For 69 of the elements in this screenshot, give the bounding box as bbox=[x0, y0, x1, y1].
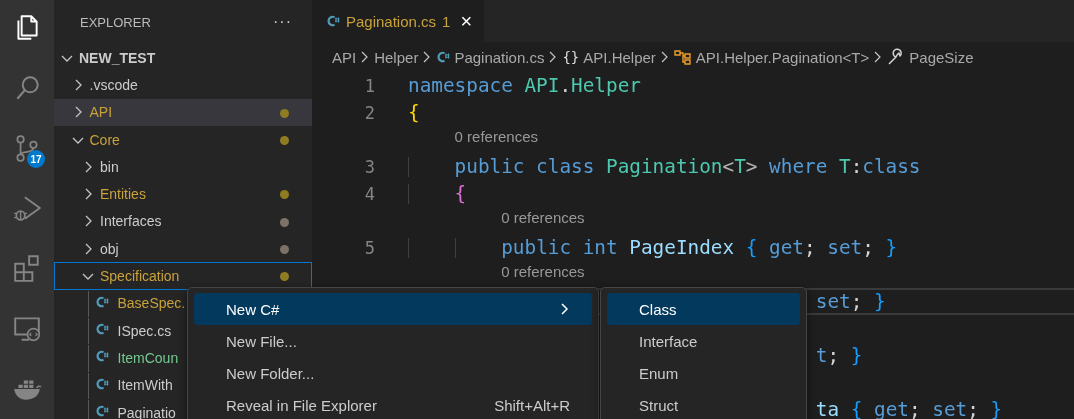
line-number: 1 bbox=[363, 75, 375, 96]
line-number: 3 bbox=[363, 156, 375, 177]
csharp-file-icon bbox=[94, 404, 109, 418]
code-line: { bbox=[408, 100, 420, 124]
workspace-name[interactable]: NEW_TEST bbox=[79, 49, 156, 66]
count-badge: 17 bbox=[27, 150, 45, 168]
more-actions[interactable]: ··· bbox=[273, 13, 292, 31]
folder-name[interactable]: Entities bbox=[100, 186, 146, 203]
folder-name[interactable]: .vscode bbox=[89, 76, 138, 93]
code-line: t; } bbox=[815, 343, 863, 367]
menu-item[interactable]: Enum bbox=[607, 357, 800, 389]
line-number: 4 bbox=[363, 183, 375, 204]
menu-item[interactable]: New Folder... bbox=[194, 357, 592, 389]
code-line: set; } bbox=[815, 289, 886, 313]
menu-item[interactable]: New C# bbox=[194, 293, 592, 325]
close-icon[interactable]: × bbox=[460, 9, 473, 33]
csharp-file-icon bbox=[436, 50, 451, 64]
menu-item[interactable]: New File... bbox=[194, 325, 592, 357]
file-name[interactable]: BaseSpec. bbox=[117, 295, 186, 312]
folder-name[interactable]: Interfaces bbox=[100, 213, 162, 230]
file-name[interactable]: ISpec.cs bbox=[117, 322, 172, 339]
tree-row[interactable]: NEW_TEST bbox=[54, 44, 312, 72]
menu-item[interactable]: Interface bbox=[607, 325, 800, 357]
folder-name[interactable]: Specification bbox=[100, 268, 180, 284]
tree-row[interactable]: Interfaces bbox=[54, 207, 312, 236]
breadcrumb-item[interactable]: PageSize bbox=[909, 48, 974, 66]
line-number: 2 bbox=[363, 102, 375, 123]
csharp-file-icon bbox=[94, 349, 109, 364]
menu-item[interactable]: Reveal in File Explorer Shift+Alt+R bbox=[194, 389, 592, 419]
codelens-text[interactable]: 0 references bbox=[501, 209, 585, 226]
folder-name[interactable]: obj bbox=[100, 240, 119, 257]
code-line: ta { get; set; } bbox=[815, 397, 1003, 419]
tree-row[interactable]: API bbox=[54, 98, 312, 126]
menu-item[interactable]: Struct bbox=[607, 389, 800, 419]
code-line: public int PageIndex { get; set; } bbox=[501, 235, 898, 259]
csharp-file-icon bbox=[326, 14, 340, 28]
breadcrumb-item[interactable]: API.Helper bbox=[583, 48, 656, 66]
problem-count: 1 bbox=[442, 12, 451, 30]
breadcrumb-item[interactable]: Helper bbox=[374, 48, 419, 66]
extensions-icon[interactable] bbox=[12, 253, 42, 283]
menu-item[interactable]: Class bbox=[607, 293, 800, 325]
folder-name[interactable]: API bbox=[89, 104, 113, 121]
class-icon bbox=[673, 49, 692, 65]
tree-row[interactable]: obj bbox=[54, 235, 312, 263]
file-name[interactable]: ItemWith bbox=[117, 377, 173, 394]
codelens-text[interactable]: 0 references bbox=[501, 263, 585, 280]
file-name[interactable]: ItemCoun bbox=[117, 349, 179, 366]
codelens-text[interactable]: 0 references bbox=[454, 128, 538, 145]
tab-title: Pagination.cs bbox=[346, 12, 437, 30]
breadcrumb-item[interactable]: API bbox=[332, 48, 357, 66]
tree-row[interactable]: Entities bbox=[54, 180, 312, 208]
tree-row[interactable]: Core bbox=[54, 125, 312, 154]
folder-name[interactable]: bin bbox=[100, 158, 119, 175]
line-number: 5 bbox=[363, 237, 375, 258]
chevron-icon bbox=[659, 50, 670, 64]
csharp-file-icon bbox=[94, 322, 109, 337]
tree-row[interactable]: .vscode bbox=[54, 71, 312, 99]
tree-row[interactable]: bin bbox=[54, 153, 312, 181]
braces-symbol: {} bbox=[562, 49, 580, 65]
csharp-file-icon bbox=[94, 376, 109, 391]
panel-title: EXPLORER bbox=[80, 14, 151, 30]
breadcrumb-item[interactable]: Pagination.cs bbox=[454, 48, 545, 66]
breadcrumb-item[interactable]: API.Helper.Pagination<T> bbox=[695, 48, 870, 66]
editor-tab[interactable]: Pagination.cs 1 × bbox=[312, 0, 485, 42]
code-line: namespace API.Helper bbox=[408, 73, 641, 97]
csharp-file-icon bbox=[94, 294, 109, 309]
code-line: { bbox=[454, 181, 467, 205]
folder-name[interactable]: Core bbox=[89, 131, 120, 148]
code-line: public class Pagination<T> where T:class bbox=[454, 154, 921, 178]
